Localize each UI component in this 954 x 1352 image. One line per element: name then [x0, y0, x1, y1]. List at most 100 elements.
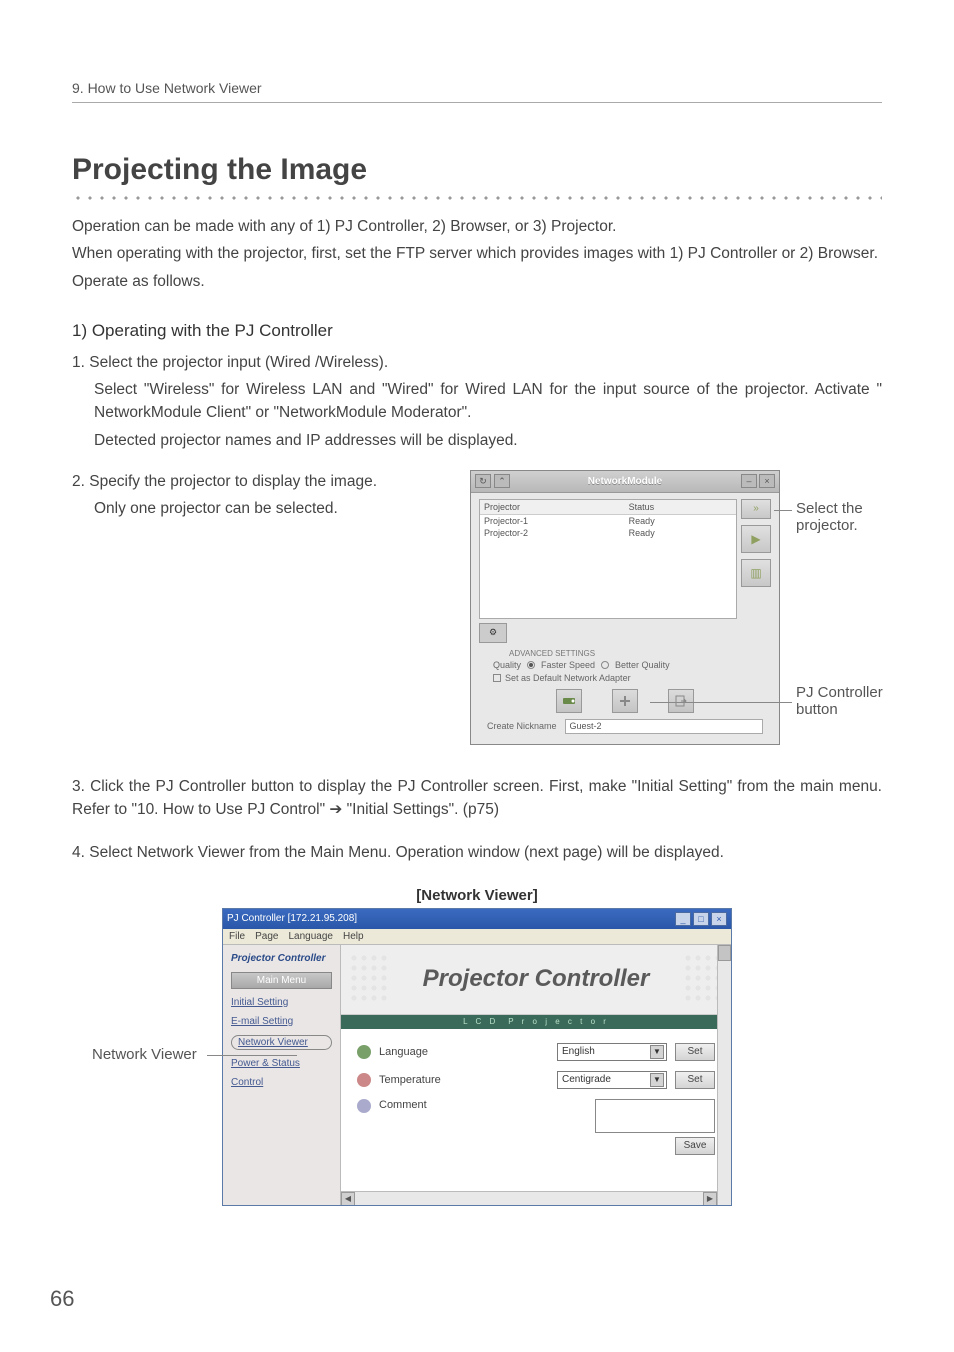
annotation-pj-button: PJ Controller button — [796, 684, 906, 718]
step1-num: 1. Select the projector input (Wired /Wi… — [72, 351, 882, 374]
sidebar-title: Projector Controller — [231, 953, 332, 964]
add-button[interactable] — [612, 689, 638, 713]
dotted-rule — [72, 195, 882, 201]
step2-num: 2. Specify the projector to display the … — [72, 470, 452, 493]
play-button[interactable]: ▶ — [741, 525, 771, 553]
menu-page[interactable]: Page — [255, 931, 278, 942]
step3: 3. Click the PJ Controller button to dis… — [72, 775, 882, 822]
intro-p2: When operating with the projector, first… — [72, 242, 882, 265]
scroll-right-icon[interactable]: ▶ — [703, 1192, 717, 1205]
chevron-down-icon: ▼ — [650, 1045, 664, 1059]
expand-button[interactable]: » — [741, 499, 771, 519]
close-icon[interactable]: × — [711, 912, 727, 926]
create-nick-label: Create Nickname — [487, 721, 557, 731]
step1-body: Select "Wireless" for Wireless LAN and "… — [72, 378, 882, 425]
comment-icon — [357, 1099, 371, 1113]
exit-button[interactable] — [668, 689, 694, 713]
list-item[interactable]: Projector-1 Ready — [480, 515, 736, 527]
section1-title: 1) Operating with the PJ Controller — [72, 321, 882, 341]
door-icon — [674, 695, 688, 707]
proj-name: Projector-1 — [484, 516, 629, 526]
sidebar-power-status[interactable]: Power & Status — [231, 1058, 332, 1069]
sidebar-initial-setting[interactable]: Initial Setting — [231, 997, 332, 1008]
minimize-icon[interactable]: _ — [675, 912, 691, 926]
maximize-icon[interactable]: □ — [693, 912, 709, 926]
nm-titlebar: ↻ ⌃ NetworkModule – × — [471, 471, 779, 493]
nickname-input[interactable]: Guest-2 — [565, 719, 763, 734]
checkbox-default-adapter[interactable] — [493, 674, 501, 682]
col-projector: Projector — [484, 502, 629, 512]
chevron-down-icon: ▼ — [650, 1073, 664, 1087]
refresh-button[interactable]: ⚙ — [479, 623, 507, 643]
proj-name: Projector-2 — [484, 528, 629, 538]
set-default-label: Set as Default Network Adapter — [505, 673, 631, 683]
label-comment: Comment — [379, 1099, 469, 1111]
step4: 4. Select Network Viewer from the Main M… — [72, 841, 882, 864]
quality-label: Quality — [493, 660, 521, 670]
sidebar-email-setting[interactable]: E-mail Setting — [231, 1016, 332, 1027]
column-button[interactable]: ▥ — [741, 559, 771, 587]
vertical-scrollbar[interactable] — [717, 945, 731, 1205]
radio-faster[interactable] — [527, 661, 535, 669]
pjc-banner: Projector Controller — [341, 945, 731, 1015]
opt-faster: Faster Speed — [541, 660, 595, 670]
select-language[interactable]: English ▼ — [557, 1043, 667, 1061]
pjc-title: PJ Controller [172.21.95.208] — [227, 913, 357, 924]
advanced-settings-label: ADVANCED SETTINGS — [509, 649, 771, 658]
intro-p3: Operate as follows. — [72, 270, 882, 293]
step2-body: Only one projector can be selected. — [72, 497, 452, 520]
lcd-strip: L C D P r o j e c t o r — [341, 1015, 731, 1029]
pjc-sidebar: Projector Controller Main Menu Initial S… — [223, 945, 341, 1205]
pjc-titlebar: PJ Controller [172.21.95.208] _ □ × — [223, 909, 731, 929]
scroll-left-icon[interactable]: ◀ — [341, 1192, 355, 1205]
thermometer-icon — [357, 1073, 371, 1087]
page-title: Projecting the Image — [72, 153, 882, 187]
set-button-language[interactable]: Set — [675, 1043, 715, 1061]
step1-tail: Detected projector names and IP addresse… — [72, 429, 882, 452]
pj-controller-window: PJ Controller [172.21.95.208] _ □ × File… — [222, 908, 732, 1206]
globe-icon — [357, 1045, 371, 1059]
nm-title: NetworkModule — [588, 476, 662, 487]
network-viewer-caption: [Network Viewer] — [72, 887, 882, 904]
minimize-icon[interactable]: – — [741, 474, 757, 488]
scrollbar-thumb[interactable] — [718, 945, 731, 961]
network-viewer-label: Network Viewer — [92, 1046, 197, 1063]
projector-list[interactable]: Projector Status Projector-1 Ready Proje… — [479, 499, 737, 619]
reload-icon[interactable]: ↻ — [475, 474, 491, 488]
set-button-temperature[interactable]: Set — [675, 1071, 715, 1089]
lcd-text-l: L C D — [463, 1017, 498, 1026]
opt-better: Better Quality — [615, 660, 670, 670]
intro-p1: Operation can be made with any of 1) PJ … — [72, 215, 882, 238]
leader-line — [650, 702, 792, 703]
networkmodule-window: ↻ ⌃ NetworkModule – × Projector Status — [470, 470, 780, 745]
save-button[interactable]: Save — [675, 1137, 715, 1155]
menu-help[interactable]: Help — [343, 931, 364, 942]
projector-icon — [562, 695, 576, 707]
leader-line — [774, 510, 792, 511]
sidebar-network-viewer[interactable]: Network Viewer — [231, 1035, 332, 1050]
lcd-text-p: P r o j e c t o r — [508, 1017, 609, 1026]
radio-better[interactable] — [601, 661, 609, 669]
pjc-main: Projector Controller L C D P r o j e c t… — [341, 945, 731, 1205]
leader-line — [207, 1055, 297, 1056]
menu-file[interactable]: File — [229, 931, 245, 942]
sidebar-main-menu[interactable]: Main Menu — [231, 972, 332, 989]
col-status: Status — [629, 502, 732, 512]
annotation-select-projector: Select the projector. — [796, 500, 882, 534]
close-icon[interactable]: × — [759, 474, 775, 488]
pj-controller-button[interactable] — [556, 689, 582, 713]
wifi-icon[interactable]: ⌃ — [494, 474, 510, 488]
list-item[interactable]: Projector-2 Ready — [480, 527, 736, 539]
menu-language[interactable]: Language — [288, 931, 333, 942]
menu-bar: File Page Language Help — [223, 929, 731, 945]
page-number: 66 — [50, 1286, 74, 1312]
label-temperature: Temperature — [379, 1074, 469, 1086]
plus-icon — [619, 695, 631, 707]
select-temperature[interactable]: Centigrade ▼ — [557, 1071, 667, 1089]
sidebar-control[interactable]: Control — [231, 1077, 332, 1088]
select-temperature-value: Centigrade — [562, 1074, 611, 1085]
horizontal-scrollbar[interactable]: ◀ ▶ — [341, 1191, 717, 1205]
proj-status: Ready — [629, 516, 732, 526]
chapter-header: 9. How to Use Network Viewer — [72, 80, 882, 103]
comment-textarea[interactable] — [595, 1099, 715, 1133]
